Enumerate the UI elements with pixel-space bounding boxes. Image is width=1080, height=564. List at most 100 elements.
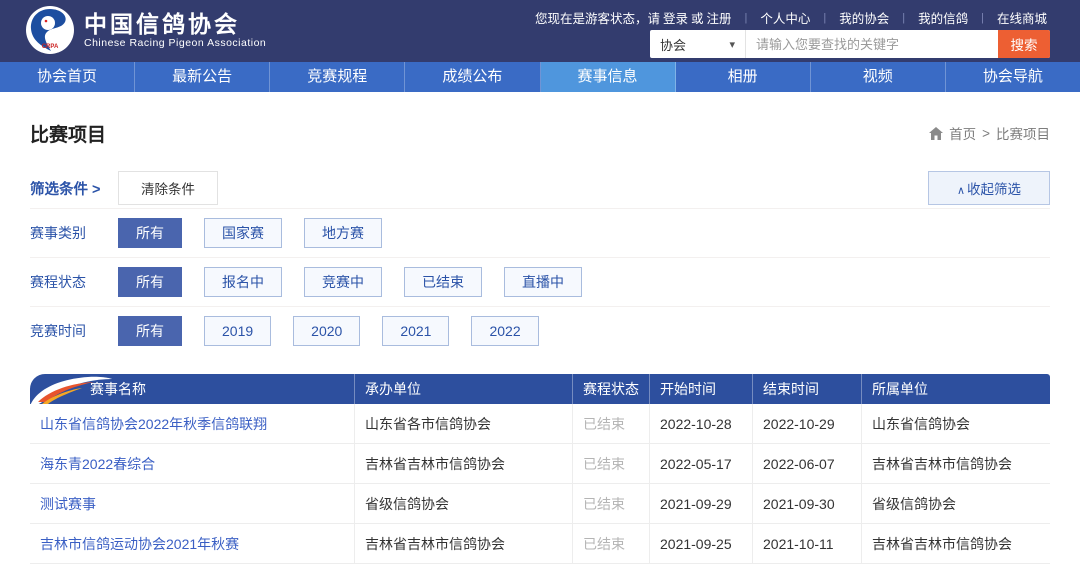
collapse-filters-button[interactable]: ∧收起筛选	[928, 171, 1050, 205]
guest-status-text: 您现在是游客状态，请	[535, 8, 660, 27]
column-header-owner: 所属单位	[862, 374, 1050, 404]
filter-option-2019[interactable]: 2019	[204, 316, 271, 346]
page-title: 比赛项目	[30, 120, 106, 147]
filter-option-finished[interactable]: 已结束	[404, 267, 482, 297]
filter-label-event-type: 赛事类别	[30, 223, 118, 243]
filter-option-2022[interactable]: 2022	[471, 316, 538, 346]
user-utility-bar: 您现在是游客状态，请 登录 或 注册 | 个人中心 | 我的协会 | 我的信鸽 …	[535, 8, 1050, 27]
search-category-select[interactable]: 协会 ▾	[650, 30, 746, 58]
filter-option-registering[interactable]: 报名中	[204, 267, 282, 297]
search-category-value: 协会	[660, 35, 686, 54]
pigeon-logo-icon: CRPA	[26, 6, 74, 54]
filter-title: 筛选条件 >	[30, 178, 118, 199]
clear-filters-button[interactable]: 清除条件	[118, 171, 218, 205]
event-name-cell: 吉林市信鸽运动协会2021年秋赛	[30, 524, 355, 564]
event-link[interactable]: 吉林市信鸽运动协会2021年秋赛	[40, 536, 239, 552]
personal-center-link[interactable]: 个人中心	[760, 8, 810, 27]
organizer-cell: 山东省各市信鸽协会	[355, 404, 573, 444]
filter-row-event-type: 赛事类别 所有 国家赛 地方赛	[30, 208, 1050, 257]
divider: |	[823, 12, 826, 24]
login-link[interactable]: 登录	[663, 8, 688, 27]
filter-option-racing[interactable]: 竞赛中	[304, 267, 382, 297]
event-link[interactable]: 测试赛事	[40, 496, 96, 512]
nav-item-directory[interactable]: 协会导航	[946, 62, 1080, 92]
organizer-cell: 省级信鸽协会	[355, 484, 573, 524]
search-input[interactable]	[746, 30, 998, 58]
breadcrumb-home-link[interactable]: 首页	[949, 123, 976, 143]
column-header-organizer: 承办单位	[355, 374, 573, 404]
search-button[interactable]: 搜索	[998, 30, 1050, 58]
filter-option-2021[interactable]: 2021	[382, 316, 449, 346]
filter-label-race-status: 赛程状态	[30, 272, 118, 292]
column-header-end-date: 结束时间	[753, 374, 862, 404]
caret-up-icon: ∧	[957, 185, 965, 197]
online-mall-link[interactable]: 在线商城	[997, 8, 1047, 27]
nav-item-albums[interactable]: 相册	[676, 62, 811, 92]
status-cell: 已结束	[573, 484, 650, 524]
collapse-filters-label: 收起筛选	[967, 182, 1021, 197]
owner-cell: 吉林省吉林市信鸽协会	[862, 444, 1050, 484]
end-date-cell: 2021-09-30	[753, 484, 862, 524]
my-association-link[interactable]: 我的协会	[839, 8, 889, 27]
event-link[interactable]: 海东青2022春综合	[40, 456, 155, 472]
nav-item-race-rules[interactable]: 竞赛规程	[270, 62, 405, 92]
breadcrumb-separator: >	[982, 126, 990, 141]
home-icon[interactable]	[929, 127, 943, 140]
logo[interactable]: CRPA 中国信鸽协会 Chinese Racing Pigeon Associ…	[26, 6, 266, 54]
filter-option-2020[interactable]: 2020	[293, 316, 360, 346]
end-date-cell: 2022-06-07	[753, 444, 862, 484]
owner-cell: 山东省信鸽协会	[862, 404, 1050, 444]
organizer-cell: 吉林省吉林市信鸽协会	[355, 524, 573, 564]
column-header-event-name: 赛事名称	[30, 374, 355, 404]
divider: |	[902, 12, 905, 24]
nav-item-home[interactable]: 协会首页	[0, 62, 135, 92]
start-date-cell: 2022-05-17	[650, 444, 753, 484]
end-date-cell: 2021-10-11	[753, 524, 862, 564]
filter-option-national[interactable]: 国家赛	[204, 218, 282, 248]
search-bar: 协会 ▾ 搜索	[650, 30, 1050, 58]
owner-cell: 吉林省吉林市信鸽协会	[862, 524, 1050, 564]
svg-text:CRPA: CRPA	[42, 44, 59, 50]
main-content: 比赛项目 首页 > 比赛项目 筛选条件 > 清除条件 ∧收起筛选 赛事类别 所有…	[0, 118, 1080, 564]
filter-option-all[interactable]: 所有	[118, 267, 182, 297]
filter-option-all[interactable]: 所有	[118, 316, 182, 346]
status-cell: 已结束	[573, 444, 650, 484]
event-name-cell: 海东青2022春综合	[30, 444, 355, 484]
start-date-cell: 2021-09-29	[650, 484, 753, 524]
organizer-cell: 吉林省吉林市信鸽协会	[355, 444, 573, 484]
race-table: 赛事名称 承办单位 赛程状态 开始时间 结束时间 所属单位 山东省信鸽协会202…	[30, 374, 1050, 564]
column-header-start-date: 开始时间	[650, 374, 753, 404]
site-subtitle: Chinese Racing Pigeon Association	[84, 37, 266, 49]
table-header-swoosh-icon	[30, 374, 112, 406]
filter-option-all[interactable]: 所有	[118, 218, 182, 248]
site-title: 中国信鸽协会	[84, 11, 266, 37]
table-row: 测试赛事 省级信鸽协会 已结束 2021-09-29 2021-09-30 省级…	[30, 484, 1050, 524]
or-text: 或	[691, 8, 704, 27]
filter-label-race-year: 竞赛时间	[30, 321, 118, 341]
nav-item-results[interactable]: 成绩公布	[405, 62, 540, 92]
table-row: 海东青2022春综合 吉林省吉林市信鸽协会 已结束 2022-05-17 202…	[30, 444, 1050, 484]
nav-item-videos[interactable]: 视频	[811, 62, 946, 92]
chevron-down-icon: ▾	[729, 38, 735, 51]
nav-item-announcements[interactable]: 最新公告	[135, 62, 270, 92]
my-pigeon-link[interactable]: 我的信鸽	[918, 8, 968, 27]
nav-item-race-info[interactable]: 赛事信息	[541, 62, 676, 92]
filter-option-local[interactable]: 地方赛	[304, 218, 382, 248]
main-nav: 协会首页 最新公告 竞赛规程 成绩公布 赛事信息 相册 视频 协会导航	[0, 62, 1080, 92]
status-cell: 已结束	[573, 404, 650, 444]
top-header: CRPA 中国信鸽协会 Chinese Racing Pigeon Associ…	[0, 0, 1080, 62]
table-row: 山东省信鸽协会2022年秋季信鸽联翔 山东省各市信鸽协会 已结束 2022-10…	[30, 404, 1050, 444]
end-date-cell: 2022-10-29	[753, 404, 862, 444]
divider: |	[981, 12, 984, 24]
start-date-cell: 2022-10-28	[650, 404, 753, 444]
filter-option-live[interactable]: 直播中	[504, 267, 582, 297]
table-header-row: 赛事名称 承办单位 赛程状态 开始时间 结束时间 所属单位	[30, 374, 1050, 404]
filter-row-race-year: 竞赛时间 所有 2019 2020 2021 2022	[30, 306, 1050, 355]
register-link[interactable]: 注册	[706, 8, 731, 27]
breadcrumb-current: 比赛项目	[996, 123, 1050, 143]
breadcrumb: 首页 > 比赛项目	[929, 123, 1050, 143]
table-row: 吉林市信鸽运动协会2021年秋赛 吉林省吉林市信鸽协会 已结束 2021-09-…	[30, 524, 1050, 564]
event-link[interactable]: 山东省信鸽协会2022年秋季信鸽联翔	[40, 416, 267, 432]
logo-text: 中国信鸽协会 Chinese Racing Pigeon Association	[84, 11, 266, 49]
event-name-cell: 测试赛事	[30, 484, 355, 524]
